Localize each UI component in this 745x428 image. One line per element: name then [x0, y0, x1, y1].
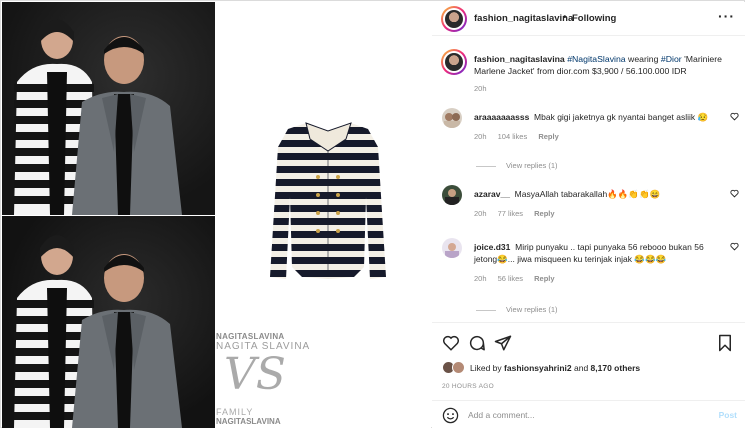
comment-text: araaaaaaasss Mbak gigi jaketnya gk nyant… [474, 111, 722, 123]
commenter-avatar[interactable] [442, 108, 462, 128]
post-media[interactable]: NAGITASLAVINA NAGITA SLAVINA VS FAMILY N… [2, 2, 431, 428]
watermark-line4: NAGITASLAVINA [216, 417, 281, 426]
caption-text: fashion_nagitaslavina #NagitaSlavina wea… [474, 53, 736, 77]
post-actions: Liked by fashionsyahrini2 and 8,170 othe… [432, 322, 745, 404]
post-date[interactable]: 20 HOURS AGO [442, 383, 494, 390]
reply-button[interactable]: Reply [534, 274, 554, 283]
caption-author-avatar[interactable] [441, 49, 467, 75]
comment-text: joice.d31 Mirip punyaku .. tapi punyaka … [474, 241, 722, 265]
liker-avatar[interactable] [452, 361, 465, 374]
couple-photo-bottom [2, 216, 215, 428]
comment-username[interactable]: araaaaaaasss [474, 112, 529, 122]
bookmark-icon[interactable] [717, 334, 733, 354]
likes-summary: Liked by fashionsyahrini2 and 8,170 othe… [470, 363, 640, 373]
caption-username[interactable]: fashion_nagitaslavina [474, 54, 565, 64]
comment-username[interactable]: azarav__ [474, 189, 510, 199]
likes-user[interactable]: fashionsyahrini2 [504, 363, 572, 373]
comment-body: Mbak gigi jaketnya gk nyantai banget asl… [534, 112, 709, 122]
couple-photo-top [2, 2, 215, 215]
comment-likes[interactable]: 104 likes [498, 132, 528, 141]
comment-heart-icon[interactable] [730, 189, 739, 200]
caption-time: 20h [474, 84, 487, 93]
comment-meta: 20h 56 likes Reply [474, 274, 564, 283]
comment-likes[interactable]: 77 likes [498, 209, 523, 218]
comment-likes[interactable]: 56 likes [498, 274, 523, 283]
comment-text: azarav__ MasyaAllah tabarakallah🔥🔥👏👏😄 [474, 188, 722, 200]
send-icon[interactable] [494, 334, 512, 352]
add-comment-bar: Post [432, 400, 745, 428]
post-dialog: NAGITASLAVINA NAGITA SLAVINA VS FAMILY N… [0, 0, 745, 428]
author-username[interactable]: fashion_nagitaslavina [474, 13, 573, 24]
comment-input[interactable] [468, 407, 708, 423]
commenter-avatar[interactable] [442, 185, 462, 205]
emoji-icon[interactable] [442, 407, 459, 426]
view-replies-line [476, 165, 496, 167]
comment-icon[interactable] [468, 334, 486, 352]
view-replies-label: View replies (1) [506, 161, 558, 170]
hashtag-person[interactable]: #NagitaSlavina [567, 54, 625, 64]
comment-time: 20h [474, 274, 487, 283]
watermark-monogram: VS [224, 349, 286, 400]
commenter-avatar[interactable] [442, 238, 462, 258]
likes-count[interactable]: 8,170 others [591, 363, 641, 373]
watermark: NAGITASLAVINA NAGITA SLAVINA VS FAMILY N… [216, 327, 309, 428]
watermark-line1: NAGITASLAVINA [216, 332, 285, 341]
likes-and: and [573, 363, 589, 373]
comment-username[interactable]: joice.d31 [474, 242, 510, 252]
caption-word-wearing: wearing [628, 54, 659, 64]
post-button[interactable]: Post [719, 410, 737, 420]
hashtag-brand[interactable]: #Dior [661, 54, 682, 64]
watermark-line3: FAMILY [216, 407, 254, 417]
post-side-panel: fashion_nagitaslavina • Following ··· fa… [432, 2, 745, 428]
reply-button[interactable]: Reply [538, 132, 558, 141]
comment-meta: 20h 104 likes Reply [474, 132, 568, 141]
view-replies-button[interactable]: View replies (1) [476, 161, 558, 170]
view-replies-button[interactable]: View replies (1) [476, 305, 558, 314]
comment-heart-icon[interactable] [730, 112, 739, 123]
likes-prefix: Liked by [470, 363, 502, 373]
comments-scroll-area[interactable]: fashion_nagitaslavina #NagitaSlavina wea… [432, 37, 745, 322]
heart-icon[interactable] [442, 334, 460, 352]
comment-heart-icon[interactable] [730, 242, 739, 253]
view-replies-label: View replies (1) [506, 305, 558, 314]
author-avatar[interactable] [441, 6, 467, 32]
header-separator: • [563, 12, 567, 23]
comment-body: MasyaAllah tabarakallah🔥🔥👏👏😄 [514, 189, 661, 199]
comment-meta: 20h 77 likes Reply [474, 209, 564, 218]
comment-time: 20h [474, 209, 487, 218]
reply-button[interactable]: Reply [534, 209, 554, 218]
view-replies-line [476, 309, 496, 311]
more-horizontal-icon[interactable]: ··· [718, 8, 735, 24]
post-header: fashion_nagitaslavina • Following ··· [432, 2, 745, 36]
comment-time: 20h [474, 132, 487, 141]
following-button[interactable]: Following [572, 13, 616, 24]
